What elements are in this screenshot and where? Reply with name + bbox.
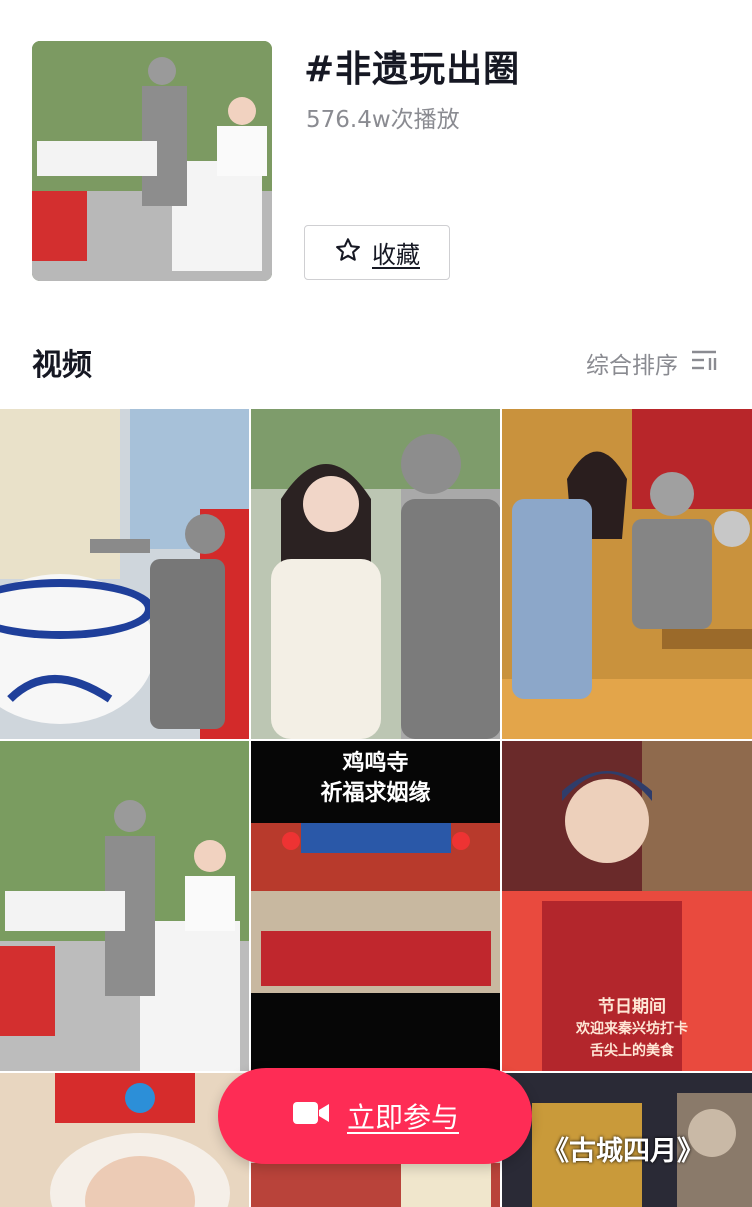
apron-text-2: 欢迎来秦兴坊打卡 xyxy=(576,1021,688,1037)
sort-dropdown[interactable]: 综合排序 xyxy=(586,346,718,380)
video-camera-icon xyxy=(291,1099,331,1134)
video-overlay-text-2: 祈福求姻缘 xyxy=(320,781,431,806)
video-tile[interactable]: 节日期间 欢迎来秦兴坊打卡 舌尖上的美食 xyxy=(502,741,752,1071)
video-tile[interactable] xyxy=(0,409,249,739)
videos-section-title: 视频 xyxy=(32,348,92,383)
join-challenge-button[interactable]: 立即参与 xyxy=(218,1068,532,1164)
video-tile[interactable] xyxy=(251,409,500,739)
video-overlay-text-1: 鸡鸣寺 xyxy=(342,751,409,776)
sort-label: 综合排序 xyxy=(586,353,678,379)
star-icon xyxy=(334,236,362,270)
join-challenge-label: 立即参与 xyxy=(346,1101,459,1134)
apron-text-1: 节日期间 xyxy=(598,997,666,1017)
apron-text-3: 舌尖上的美食 xyxy=(590,1043,674,1059)
topic-cover-image xyxy=(32,41,272,281)
favorite-label: 收藏 xyxy=(372,241,420,269)
video-tile[interactable]: 《古城四月》 xyxy=(502,1073,752,1207)
favorite-button[interactable]: 收藏 xyxy=(304,225,450,280)
video-tile[interactable] xyxy=(502,409,752,739)
filter-icon xyxy=(690,349,718,377)
video-tile[interactable]: 鸡鸣寺 祈福求姻缘 xyxy=(251,741,500,1071)
topic-title: #非遗玩出圈 xyxy=(304,49,521,90)
play-count: 576.4w次播放 xyxy=(306,107,460,133)
video-tile[interactable] xyxy=(0,741,249,1071)
poster-caption: 《古城四月》 xyxy=(542,1136,704,1167)
video-tile[interactable] xyxy=(0,1073,249,1207)
